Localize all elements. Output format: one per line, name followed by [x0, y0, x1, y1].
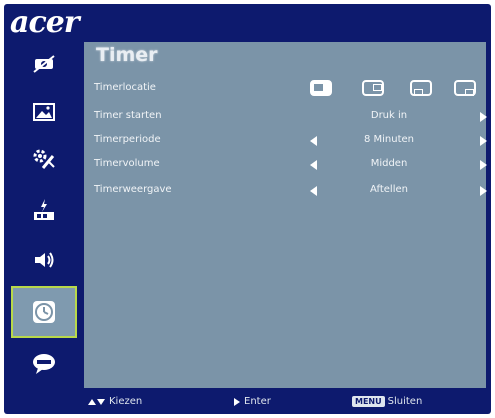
hint-enter: Enter [234, 396, 271, 407]
arrow-left-icon[interactable] [310, 186, 317, 196]
row-label: Timerperiode [94, 134, 161, 145]
sidebar-item-timer[interactable] [11, 286, 77, 338]
sidebar-item-picture[interactable] [16, 44, 72, 84]
location-top-right-icon[interactable] [362, 80, 384, 96]
clock-icon [33, 301, 55, 323]
row-value: Midden [370, 158, 408, 169]
sidebar-item-audio[interactable] [16, 240, 72, 280]
language-icon [33, 354, 55, 374]
hint-close: MENU Sluiten [352, 396, 422, 407]
hint-select: Kiezen [88, 396, 142, 407]
row-timer-start[interactable]: Timer starten Druk in [84, 106, 487, 128]
sidebar-item-settings[interactable] [16, 140, 72, 180]
row-label: Timerweergave [94, 184, 172, 195]
location-options [306, 80, 486, 100]
hint-select-label: Kiezen [109, 396, 143, 407]
footer-hints: Kiezen Enter MENU Sluiten [84, 392, 486, 412]
row-timer-volume[interactable]: Timervolume Midden [84, 154, 487, 176]
sidebar [4, 40, 82, 390]
menu-key-badge: MENU [352, 396, 385, 407]
row-label: Timervolume [94, 158, 160, 169]
row-timer-period[interactable]: Timerperiode 8 Minuten [84, 130, 487, 152]
arrow-right-icon[interactable] [480, 136, 487, 146]
row-label: Timer starten [94, 110, 162, 121]
row-timer-display[interactable]: Timerweergave Aftellen [84, 180, 487, 202]
settings-icon [33, 149, 55, 169]
timer-panel: Timer Timerlocatie Timer starten Druk in… [84, 42, 487, 388]
down-arrow-icon [97, 398, 105, 405]
arrow-right-icon[interactable] [480, 112, 487, 122]
sidebar-item-management[interactable] [16, 190, 72, 230]
row-value: Aftellen [370, 184, 408, 195]
hint-close-label: Sluiten [387, 396, 423, 407]
row-timer-location[interactable]: Timerlocatie [84, 78, 486, 100]
image-icon [33, 103, 55, 121]
speaker-icon [35, 252, 54, 268]
arrow-right-icon[interactable] [480, 160, 487, 170]
arrow-right-icon[interactable] [480, 186, 487, 196]
acer-logo: acer [10, 5, 80, 40]
panel-title: Timer [96, 44, 158, 66]
location-bottom-left-icon[interactable] [410, 80, 432, 96]
location-top-left-icon[interactable] [310, 80, 332, 96]
sidebar-item-image[interactable] [16, 92, 72, 132]
row-value: 8 Minuten [363, 134, 415, 145]
up-arrow-icon [88, 398, 96, 405]
row-value: Druk in [370, 110, 408, 121]
sidebar-item-language[interactable] [16, 344, 72, 384]
location-bottom-right-icon[interactable] [454, 80, 476, 96]
picture-off-icon [33, 55, 55, 73]
arrow-left-icon[interactable] [310, 136, 317, 146]
hint-enter-label: Enter [244, 396, 271, 407]
row-label: Timerlocatie [94, 82, 156, 93]
right-arrow-icon [234, 397, 240, 406]
arrow-left-icon[interactable] [310, 160, 317, 170]
management-icon [34, 199, 54, 220]
projector-osd: acer Timer Timerlocatie Timer starten Dr… [4, 4, 491, 414]
